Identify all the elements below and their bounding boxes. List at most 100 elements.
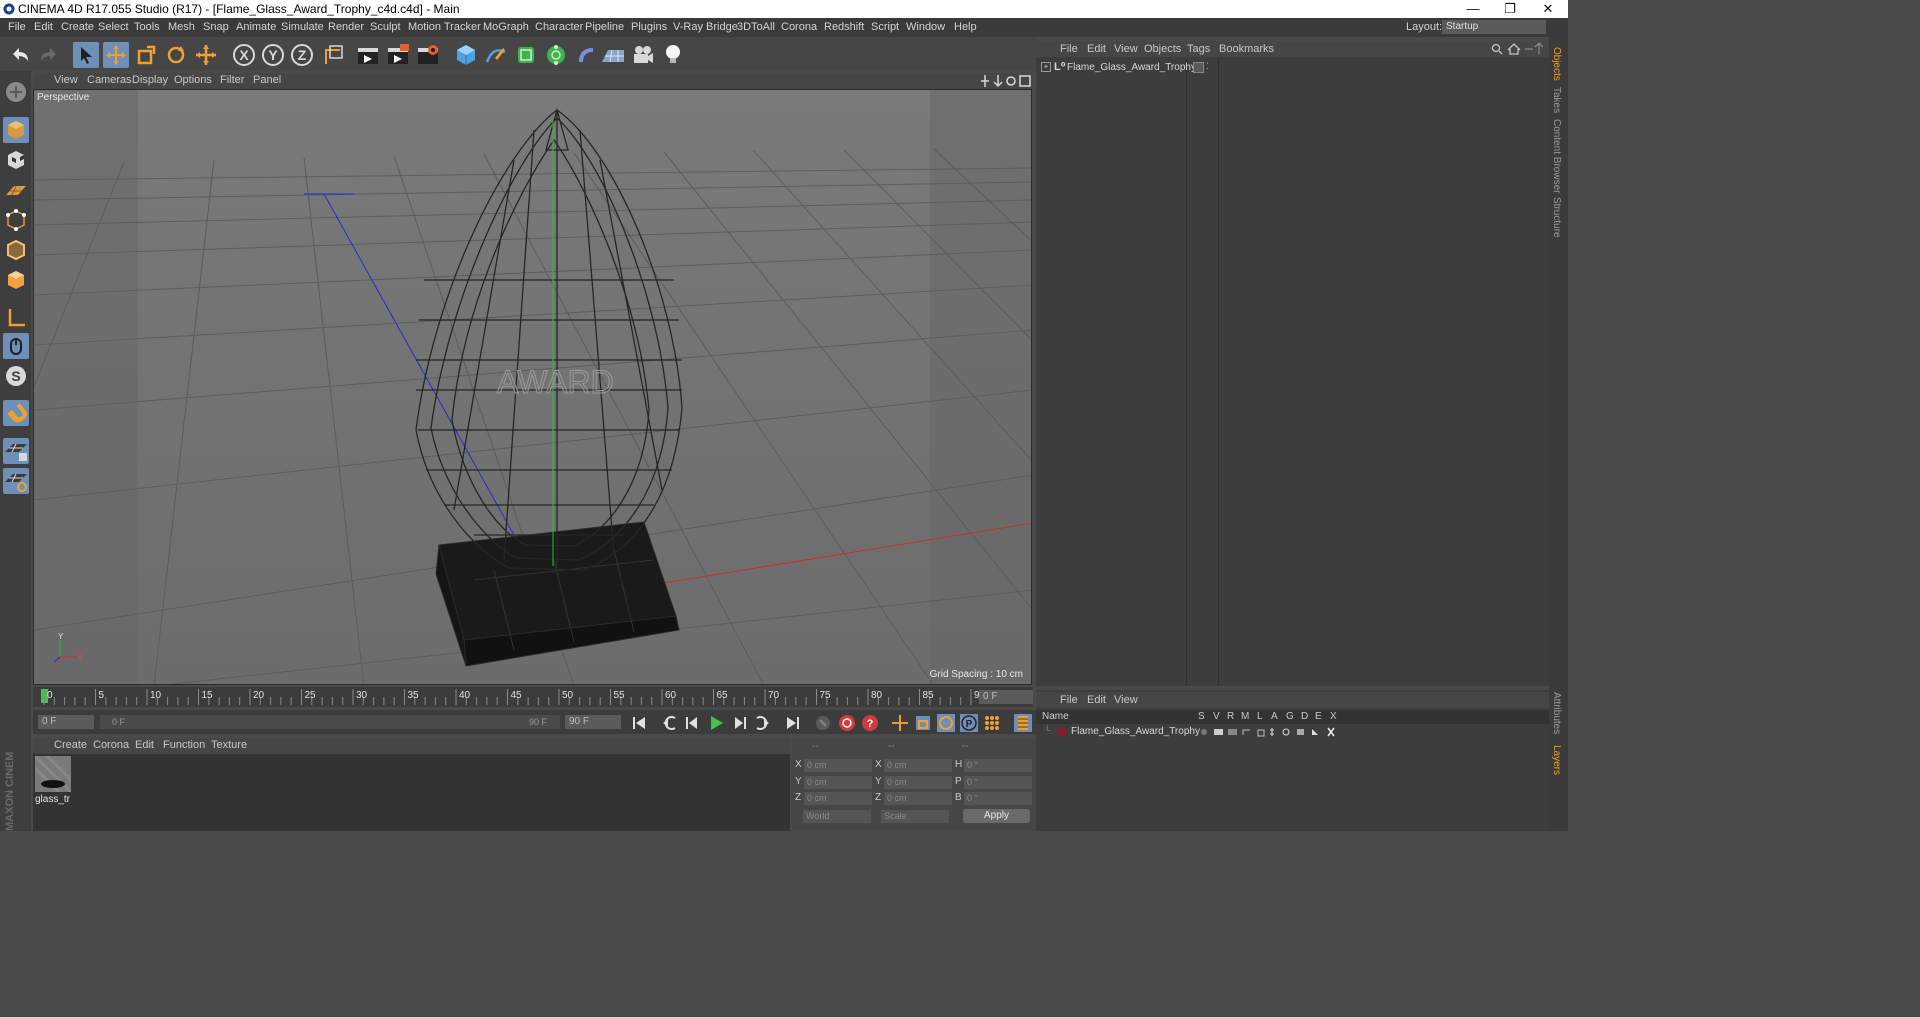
workplane-mode-icon[interactable] bbox=[3, 177, 29, 203]
menu-create[interactable]: Create bbox=[61, 21, 94, 33]
axis-mode-icon[interactable] bbox=[3, 305, 29, 331]
render-view-icon[interactable] bbox=[355, 42, 381, 68]
side-tab-attributes[interactable]: Attributes bbox=[1551, 692, 1562, 734]
key-pla-icon[interactable] bbox=[982, 713, 1002, 733]
objects-menu-tags[interactable]: Tags bbox=[1187, 43, 1210, 55]
undo-icon[interactable] bbox=[7, 42, 33, 68]
objects-menu-edit[interactable]: Edit bbox=[1087, 43, 1106, 55]
menu-help[interactable]: Help bbox=[954, 21, 977, 33]
goto-end-icon[interactable] bbox=[783, 713, 803, 733]
prev-key-icon[interactable] bbox=[660, 713, 680, 733]
objects-menu-objects[interactable]: Objects bbox=[1144, 43, 1181, 55]
viewport-menu-cameras[interactable]: Cameras bbox=[87, 74, 132, 86]
viewport-menu-options[interactable]: Options bbox=[174, 74, 212, 86]
menu-motion-tracker[interactable]: Motion Tracker bbox=[408, 21, 481, 33]
layer-col-x[interactable]: X bbox=[1330, 711, 1337, 722]
rot-p-field[interactable]: 0 ° bbox=[964, 776, 1032, 789]
record-keys-icon[interactable] bbox=[813, 713, 833, 733]
key-rotation-icon[interactable] bbox=[936, 713, 956, 733]
perspective-viewport[interactable]: AWARD Y X Perspective Grid Spacing : 10 … bbox=[33, 89, 1032, 685]
size-y-field[interactable]: 0 cm bbox=[884, 776, 952, 789]
layer-col-v[interactable]: V bbox=[1213, 711, 1220, 722]
scale-tool-icon[interactable] bbox=[133, 42, 159, 68]
material-menu-edit[interactable]: Edit bbox=[135, 739, 154, 751]
menu-edit[interactable]: Edit bbox=[34, 21, 53, 33]
menu-character[interactable]: Character bbox=[535, 21, 583, 33]
scale-mode-dropdown[interactable]: Scale bbox=[881, 810, 949, 823]
side-tab-takes[interactable]: Takes bbox=[1551, 87, 1562, 113]
timeline-ruler[interactable]: 051015202530354045505560657075808590 0 F bbox=[33, 687, 1033, 707]
objects-menu-view[interactable]: View bbox=[1114, 43, 1138, 55]
pos-y-field[interactable]: 0 cm bbox=[804, 776, 872, 789]
current-frame-field[interactable]: 0 F bbox=[979, 690, 1033, 704]
material-menu-create[interactable]: Create bbox=[54, 739, 87, 751]
menu-snap[interactable]: Snap bbox=[203, 21, 229, 33]
layer-col-m[interactable]: M bbox=[1241, 711, 1249, 722]
workplane-lock-icon[interactable] bbox=[3, 438, 29, 464]
menu-3dtoall[interactable]: 3DToAll bbox=[737, 21, 775, 33]
layers-menu-edit[interactable]: Edit bbox=[1087, 694, 1106, 706]
layer-flag-icons[interactable] bbox=[1198, 726, 1343, 738]
z-axis-lock-icon[interactable]: Z bbox=[289, 42, 315, 68]
apply-button[interactable]: Apply bbox=[963, 809, 1030, 823]
y-axis-lock-icon[interactable]: Y bbox=[260, 42, 286, 68]
magnet-icon[interactable] bbox=[3, 400, 29, 426]
prev-frame-icon[interactable] bbox=[683, 713, 703, 733]
next-key-icon[interactable] bbox=[752, 713, 772, 733]
material-menu-function[interactable]: Function bbox=[163, 739, 205, 751]
deformer-icon[interactable] bbox=[573, 42, 599, 68]
timeline-window-icon[interactable] bbox=[1013, 713, 1033, 733]
pos-z-field[interactable]: 0 cm bbox=[804, 792, 872, 805]
menu-sculpt[interactable]: Sculpt bbox=[370, 21, 401, 33]
menu-corona[interactable]: Corona bbox=[781, 21, 817, 33]
size-x-field[interactable]: 0 cm bbox=[884, 759, 952, 772]
layers-menu-file[interactable]: File bbox=[1060, 694, 1078, 706]
subdivision-surface-icon[interactable] bbox=[513, 42, 539, 68]
live-selection-icon[interactable] bbox=[193, 42, 219, 68]
render-settings-icon[interactable] bbox=[415, 42, 441, 68]
x-axis-lock-icon[interactable]: X bbox=[231, 42, 257, 68]
layer-col-e[interactable]: E bbox=[1315, 711, 1322, 722]
material-swatch[interactable] bbox=[33, 754, 73, 794]
layer-color-swatch[interactable] bbox=[1058, 728, 1066, 736]
menu-vray-bridge[interactable]: V-Ray Bridge bbox=[673, 21, 738, 33]
play-icon[interactable] bbox=[706, 713, 726, 733]
start-frame-field[interactable]: 0 F bbox=[38, 715, 94, 729]
rot-b-field[interactable]: 0 ° bbox=[964, 792, 1032, 805]
coordinate-system-dropdown[interactable]: World bbox=[803, 810, 871, 823]
menu-window[interactable]: Window bbox=[906, 21, 945, 33]
side-tab-structure[interactable]: Structure bbox=[1551, 197, 1562, 238]
autokey-icon[interactable] bbox=[837, 713, 857, 733]
menu-redshift[interactable]: Redshift bbox=[824, 21, 864, 33]
render-to-picture-viewer-icon[interactable] bbox=[385, 42, 411, 68]
rot-h-field[interactable]: 0 ° bbox=[964, 759, 1032, 772]
menu-pipeline[interactable]: Pipeline bbox=[585, 21, 624, 33]
material-menu-corona[interactable]: Corona bbox=[93, 739, 129, 751]
camera-icon[interactable] bbox=[630, 42, 656, 68]
menu-select[interactable]: Select bbox=[98, 21, 129, 33]
material-menu-texture[interactable]: Texture bbox=[211, 739, 247, 751]
preview-range-slider[interactable] bbox=[100, 715, 560, 729]
object-manager-search-icons[interactable] bbox=[1491, 42, 1547, 56]
menu-file[interactable]: File bbox=[8, 21, 26, 33]
key-parameter-icon[interactable]: P bbox=[959, 713, 979, 733]
viewport-navigation-icons[interactable] bbox=[980, 74, 1032, 88]
key-position-icon[interactable] bbox=[890, 713, 910, 733]
minimize-button[interactable]: — bbox=[1455, 0, 1491, 18]
layer-visibility-icon[interactable] bbox=[1193, 62, 1204, 73]
rotate-tool-icon[interactable] bbox=[163, 42, 189, 68]
layout-dropdown[interactable]: Startup bbox=[1442, 20, 1546, 34]
layer-col-d[interactable]: D bbox=[1301, 711, 1308, 722]
layer-name[interactable]: Flame_Glass_Award_Trophy bbox=[1071, 726, 1200, 737]
tweak-mode-icon[interactable] bbox=[3, 333, 29, 359]
menu-simulate[interactable]: Simulate bbox=[281, 21, 324, 33]
layer-col-a[interactable]: A bbox=[1271, 711, 1278, 722]
snap-icon[interactable]: S bbox=[3, 363, 29, 389]
object-name[interactable]: Flame_Glass_Award_Trophy bbox=[1067, 62, 1196, 73]
redo-icon[interactable] bbox=[36, 42, 62, 68]
viewport-menu-panel[interactable]: Panel bbox=[253, 74, 281, 86]
objects-menu-file[interactable]: File bbox=[1060, 43, 1078, 55]
layer-col-g[interactable]: G bbox=[1286, 711, 1294, 722]
menu-tools[interactable]: Tools bbox=[134, 21, 160, 33]
layer-col-r[interactable]: R bbox=[1227, 711, 1234, 722]
